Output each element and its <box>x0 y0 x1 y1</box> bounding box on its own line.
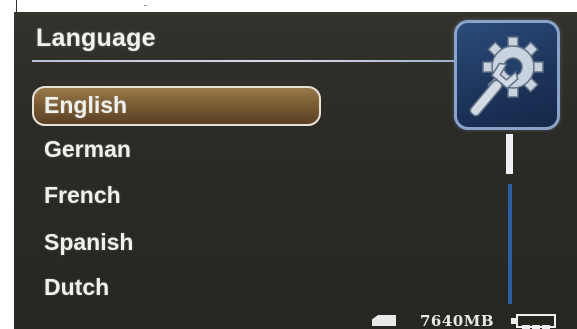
bezel-mark <box>144 5 147 6</box>
scrollbar-track[interactable] <box>508 184 512 304</box>
title-divider <box>32 60 460 62</box>
bezel-mark <box>16 0 17 12</box>
language-option-english[interactable]: English <box>32 86 321 126</box>
settings-icon-box <box>454 20 560 130</box>
battery-level <box>522 318 552 329</box>
battery-icon <box>516 314 556 329</box>
sd-card-icon <box>372 315 396 326</box>
language-option-dutch[interactable]: Dutch <box>44 274 109 301</box>
language-option-german[interactable]: German <box>44 136 131 163</box>
storage-remaining: 7640MB <box>420 312 495 329</box>
scrollbar-thumb[interactable] <box>506 134 513 174</box>
page-title: Language <box>36 24 156 52</box>
gear-wrench-icon <box>469 36 544 117</box>
language-option-french[interactable]: French <box>44 182 121 209</box>
device-bezel-top <box>0 0 577 12</box>
settings-screen: Language English German French Spanish D… <box>14 12 577 329</box>
language-option-spanish[interactable]: Spanish <box>44 229 133 256</box>
